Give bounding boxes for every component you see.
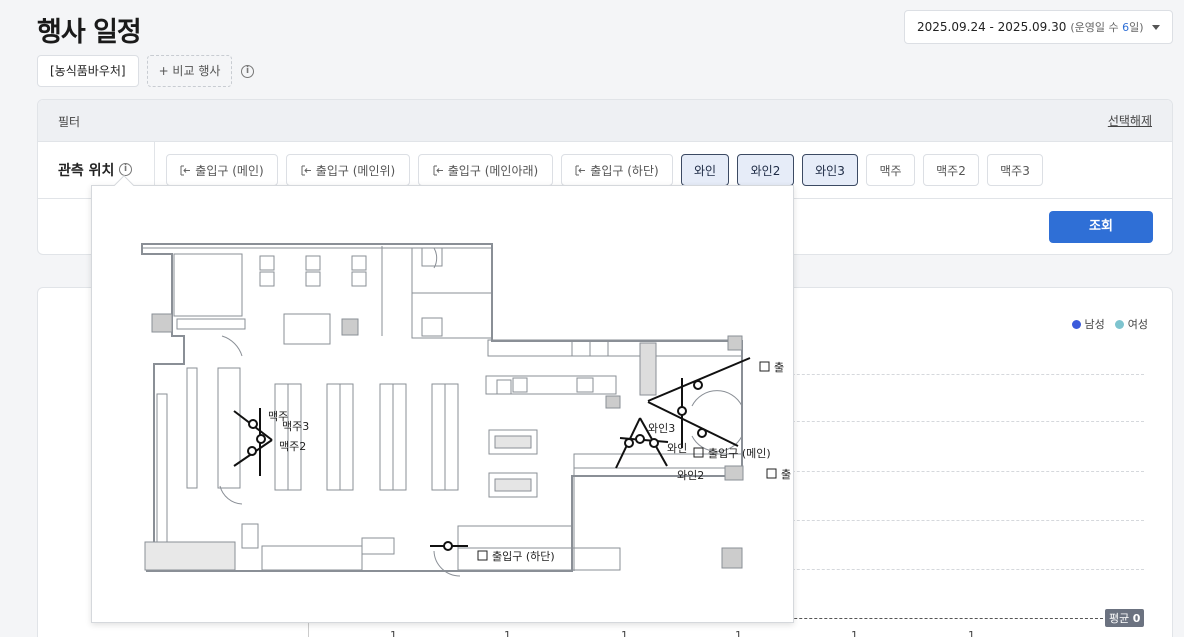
svg-text:출입구 (하단): 출입구 (하단) [492, 549, 555, 563]
map-label-beer2[interactable]: 맥주2 [279, 440, 306, 453]
location-button-label: 맥주3 [1000, 163, 1030, 178]
query-button[interactable]: 조회 [1049, 211, 1153, 243]
date-range-value: 2025.09.24 - 2025.09.30 [917, 20, 1067, 34]
info-icon[interactable]: i [119, 163, 132, 176]
location-button-2[interactable]: 출입구 (메인아래) [418, 154, 553, 186]
location-button-3[interactable]: 출입구 (하단) [561, 154, 673, 186]
legend-dot [1114, 320, 1124, 329]
location-label: 관측 위치 [58, 163, 115, 179]
map-label-beer3[interactable]: 맥주3 [282, 420, 309, 433]
map-label-wine2[interactable]: 와인2 [677, 469, 704, 482]
x-tick-label: 1 [735, 629, 742, 637]
location-button-5[interactable]: 와인2 [737, 154, 794, 186]
door-exit-icon [433, 165, 444, 176]
chart-legend: 남성 여성 [1071, 316, 1148, 332]
x-tick-label: 1 [968, 629, 975, 637]
location-button-label: 와인3 [815, 163, 845, 178]
location-button-label: 맥주 [879, 163, 902, 178]
location-button-4[interactable]: 와인 [681, 154, 729, 186]
info-icon[interactable]: i [241, 65, 254, 78]
clear-selection-link[interactable]: 선택해제 [1108, 112, 1152, 129]
door-exit-icon [575, 165, 586, 176]
map-label-wine[interactable]: 와인 [667, 442, 687, 455]
map-label-entrance-top-cut[interactable]: 출 [759, 361, 784, 374]
location-button-label: 출입구 (메인) [195, 163, 264, 178]
x-tick-label: 1 [504, 629, 511, 637]
svg-text:출: 출 [774, 361, 784, 374]
location-button-label: 맥주2 [936, 163, 966, 178]
filter-title: 필터 [58, 115, 81, 129]
location-button-label: 출입구 (메인위) [315, 163, 396, 178]
chevron-down-icon [1152, 25, 1160, 30]
location-button-7[interactable]: 맥주 [866, 154, 915, 186]
x-tick-label: 1 [851, 629, 858, 637]
location-button-1[interactable]: 출입구 (메인위) [286, 154, 410, 186]
legend-male[interactable]: 남성 [1071, 316, 1105, 332]
selected-event-chip[interactable]: [농식품바우처] [37, 55, 139, 87]
x-tick-label: 1 [621, 629, 628, 637]
map-label-entrance-bottom[interactable]: 출입구 (하단) [477, 549, 555, 563]
map-label-entrance-mid-cut[interactable]: 출 [766, 468, 791, 481]
location-button-label: 출입구 (메인아래) [447, 163, 539, 178]
location-button-8[interactable]: 맥주2 [923, 154, 979, 186]
location-button-9[interactable]: 맥주3 [987, 154, 1043, 186]
location-map-popup: 맥주 맥주3 맥주2 와인3 와인 와인2 출입구 (메인) 출입구 (하단) … [91, 185, 794, 623]
location-button-6[interactable]: 와인3 [802, 154, 858, 186]
filter-header: 필터 선택해제 [38, 100, 1172, 142]
door-exit-icon [301, 165, 312, 176]
compare-event-button[interactable]: + 비교 행사 [147, 55, 232, 87]
average-badge: 평균 0 [1105, 609, 1145, 627]
page-title: 행사 일정 [37, 17, 142, 48]
door-exit-icon [180, 165, 191, 176]
legend-dot [1071, 320, 1081, 329]
map-label-wine3[interactable]: 와인3 [648, 422, 675, 435]
operating-days: (운영일 수 6일) [1070, 21, 1144, 34]
date-range-select[interactable]: 2025.09.24 - 2025.09.30 (운영일 수 6일) [904, 10, 1173, 44]
location-button-0[interactable]: 출입구 (메인) [166, 154, 278, 186]
svg-text:출: 출 [781, 468, 791, 481]
location-button-label: 와인2 [750, 163, 781, 178]
location-button-label: 출입구 (하단) [590, 163, 659, 178]
legend-female[interactable]: 여성 [1114, 316, 1148, 332]
location-button-label: 와인 [693, 163, 717, 178]
floor-plan-map: 맥주 맥주3 맥주2 와인3 와인 와인2 출입구 (메인) 출입구 (하단) … [141, 243, 791, 577]
svg-text:출입구 (메인): 출입구 (메인) [708, 447, 771, 460]
x-tick-label: 1 [390, 629, 397, 637]
